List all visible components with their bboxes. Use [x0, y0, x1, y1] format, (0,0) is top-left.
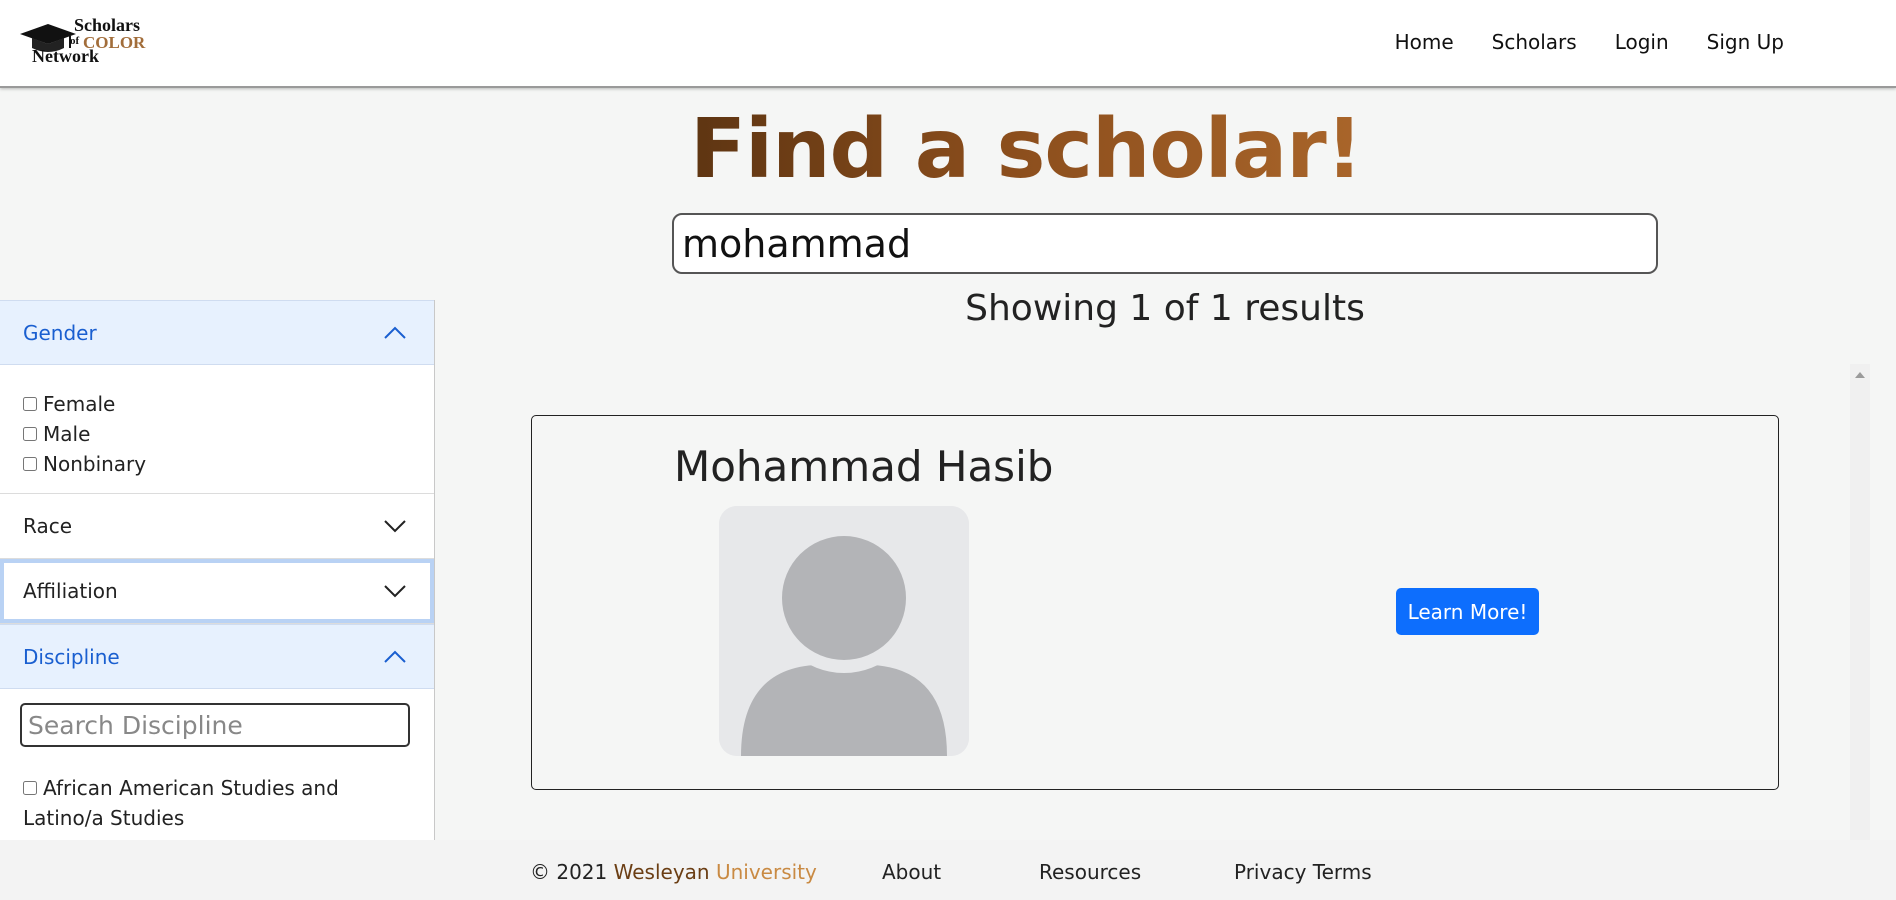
male-label: Male	[43, 422, 91, 446]
gender-accordion-header[interactable]: Gender	[0, 300, 434, 365]
discipline-option-label: African American Studies and Latino/a St…	[23, 776, 339, 830]
nonbinary-label: Nonbinary	[43, 452, 147, 476]
chevron-down-icon	[383, 584, 407, 598]
chevron-up-icon	[383, 326, 407, 340]
navbar: Scholars of COLOR Network Home Scholars …	[0, 0, 1896, 88]
copyright-prefix: © 2021	[530, 860, 608, 884]
filter-sidebar: Gender Female Male Nonbinary Race Affili…	[0, 300, 435, 840]
scholar-search-box	[672, 213, 1658, 274]
scholar-name: Mohammad Hasib	[674, 442, 1054, 491]
nav-sign-up[interactable]: Sign Up	[1707, 30, 1784, 54]
scholar-card: Mohammad Hasib Learn More!	[531, 415, 1779, 790]
chevron-down-icon	[383, 519, 407, 533]
female-checkbox[interactable]	[23, 397, 37, 411]
footer: © 2021 Wesleyan University About Resourc…	[0, 840, 1896, 900]
race-accordion-label: Race	[23, 514, 73, 538]
copyright: © 2021 Wesleyan University	[530, 860, 817, 884]
footer-privacy-terms-link[interactable]: Privacy Terms	[1234, 860, 1372, 884]
scroll-up-icon[interactable]	[1855, 372, 1865, 378]
main-nav: Home Scholars Login Sign Up	[1395, 30, 1784, 54]
discipline-search-input[interactable]	[20, 703, 410, 747]
nonbinary-checkbox[interactable]	[23, 457, 37, 471]
gender-accordion-label: Gender	[23, 320, 97, 345]
nav-scholars[interactable]: Scholars	[1492, 30, 1577, 54]
gender-options: Female Male Nonbinary	[0, 365, 434, 494]
discipline-options: African American Studies and Latino/a St…	[0, 689, 434, 833]
nav-home[interactable]: Home	[1395, 30, 1454, 54]
copyright-wesleyan: Wesleyan	[613, 860, 710, 884]
learn-more-button[interactable]: Learn More!	[1396, 588, 1539, 635]
affiliation-accordion-label: Affiliation	[23, 579, 118, 603]
logo-text-scholars: Scholars	[74, 15, 140, 35]
footer-about-link[interactable]: About	[882, 860, 941, 884]
affiliation-accordion-header[interactable]: Affiliation	[0, 559, 434, 624]
graduation-cap-icon: Scholars of COLOR Network	[20, 15, 146, 66]
gender-option-nonbinary[interactable]: Nonbinary	[23, 449, 411, 479]
copyright-university: University	[715, 860, 817, 884]
discipline-checkbox[interactable]	[23, 781, 37, 795]
results-scrollbar[interactable]	[1850, 364, 1870, 840]
gender-option-male[interactable]: Male	[23, 419, 411, 449]
discipline-accordion-label: Discipline	[23, 644, 120, 669]
footer-resources-link[interactable]: Resources	[1039, 860, 1141, 884]
logo-text-network: Network	[32, 46, 99, 66]
gender-option-female[interactable]: Female	[23, 389, 411, 419]
nav-login[interactable]: Login	[1615, 30, 1669, 54]
race-accordion-header[interactable]: Race	[0, 494, 434, 559]
site-logo[interactable]: Scholars of COLOR Network	[18, 14, 163, 66]
chevron-up-icon	[383, 650, 407, 664]
female-label: Female	[43, 392, 116, 416]
scholar-search-input[interactable]	[674, 215, 1656, 272]
discipline-accordion-header[interactable]: Discipline	[0, 624, 434, 689]
discipline-option[interactable]: African American Studies and Latino/a St…	[20, 773, 414, 833]
male-checkbox[interactable]	[23, 427, 37, 441]
avatar-placeholder-icon	[719, 506, 969, 756]
page-title: Find a scholar!	[690, 102, 1363, 197]
